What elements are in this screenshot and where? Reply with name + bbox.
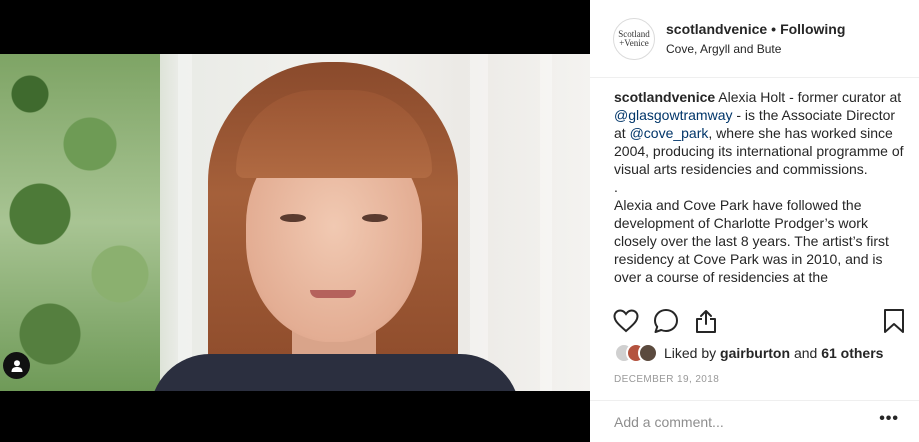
photo-curtain-fold <box>470 54 488 391</box>
comment-icon[interactable] <box>652 307 680 335</box>
location-link[interactable]: Cove, Argyll and Bute <box>666 42 845 56</box>
more-options-button[interactable]: ••• <box>879 411 899 427</box>
post-date[interactable]: DECEMBER 19, 2018 <box>614 374 719 385</box>
header-line: scotlandvenice • Following <box>666 21 845 37</box>
caption-spacer: . <box>614 179 618 195</box>
action-bar <box>612 307 908 337</box>
likes-conjunction: and <box>793 345 818 361</box>
post-panel: Scotland +Venice scotlandvenice • Followin… <box>590 0 919 442</box>
avatar-line: +Venice <box>619 37 649 48</box>
username-link[interactable]: scotlandvenice <box>666 21 767 37</box>
bookmark-icon[interactable] <box>880 307 908 335</box>
likes-row: Liked by gairburton and 61 others <box>614 342 883 364</box>
post-header: Scotland +Venice scotlandvenice • Followin… <box>590 0 919 78</box>
photo-subject-sweater <box>150 354 520 391</box>
photo-subject-mouth <box>310 290 356 298</box>
user-tag-icon[interactable] <box>3 352 30 379</box>
caption-username[interactable]: scotlandvenice <box>614 89 715 105</box>
likes-others-link[interactable]: 61 others <box>821 345 883 361</box>
liker-username-link[interactable]: gairburton <box>720 345 790 361</box>
comment-bar: ••• <box>590 400 919 442</box>
comment-input[interactable] <box>614 413 864 430</box>
post-photo[interactable] <box>0 54 590 391</box>
avatar <box>638 343 658 363</box>
header-text: scotlandvenice • Following Cove, Argyll an… <box>666 21 845 56</box>
mention-link[interactable]: @cove_park <box>630 125 709 141</box>
separator-dot: • <box>771 21 777 37</box>
mention-link[interactable]: @glasgowtramway <box>614 107 732 123</box>
caption-text: Alexia Holt - former curator at <box>718 89 902 105</box>
photo-foliage <box>0 54 160 391</box>
photo-curtain-fold <box>540 54 552 391</box>
photo-subject-eye <box>362 214 388 222</box>
likes-prefix: Liked by <box>664 345 717 361</box>
caption-text: Alexia and Cove Park have followed the d… <box>614 197 889 285</box>
photo-subject-eye <box>280 214 306 222</box>
caption: scotlandvenice Alexia Holt - former cura… <box>614 88 904 300</box>
share-icon[interactable] <box>692 307 720 335</box>
photo-curtain-fold <box>178 54 192 391</box>
liker-avatars[interactable] <box>614 343 658 363</box>
heart-icon[interactable] <box>612 307 640 335</box>
following-button[interactable]: Following <box>780 21 845 37</box>
post-media[interactable] <box>0 0 590 442</box>
avatar[interactable]: Scotland +Venice <box>613 17 655 60</box>
